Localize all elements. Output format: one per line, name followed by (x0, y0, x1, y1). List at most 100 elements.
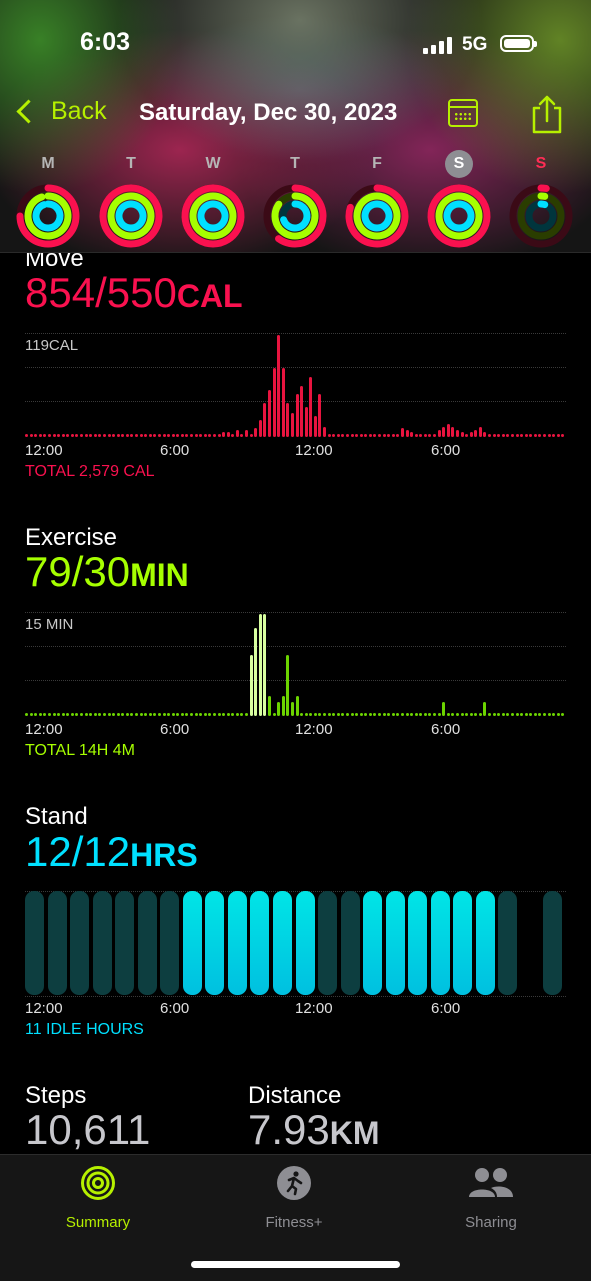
chart-bar (281, 368, 285, 437)
weekday-label[interactable]: F (362, 152, 392, 176)
stand-value: 12/12HRS (25, 830, 198, 877)
chart-bar (341, 713, 345, 716)
chart-bar (433, 433, 437, 437)
chart-bar (80, 713, 84, 716)
day-activity-rings[interactable] (263, 184, 327, 248)
day-activity-rings[interactable] (99, 184, 163, 248)
chart-bar (391, 713, 395, 716)
chart-bar (510, 434, 514, 437)
tab-summary-label: Summary (65, 1214, 131, 1231)
chart-bar (185, 713, 189, 716)
chart-bar (350, 713, 354, 716)
chart-bar (89, 434, 93, 437)
chart-bar (419, 713, 423, 716)
weekday-label[interactable]: S (526, 152, 556, 176)
tab-sharing[interactable]: Sharing (421, 1165, 561, 1231)
chart-bar (190, 434, 194, 437)
tab-fitness-plus[interactable]: Fitness+ (224, 1165, 364, 1231)
chart-bar (387, 434, 391, 437)
chart-bar (93, 434, 97, 437)
move-value-number: 854/550 (25, 269, 177, 316)
chart-bar (336, 434, 340, 437)
chart-bar (446, 713, 450, 716)
day-activity-rings[interactable] (181, 184, 245, 248)
stand-hour-bar (543, 891, 563, 995)
chart-bar (405, 430, 409, 437)
chart-bar (405, 713, 409, 716)
stand-hour-bar (205, 891, 225, 995)
chart-bar (47, 713, 51, 716)
weekday-label[interactable]: M (33, 152, 63, 176)
chart-bar (157, 434, 161, 437)
chart-bar (66, 434, 70, 437)
chart-bar (414, 433, 418, 437)
chart-bar (29, 713, 33, 716)
chart-bar (208, 713, 212, 716)
chart-bar (171, 434, 175, 437)
calendar-icon[interactable] (448, 99, 478, 127)
day-activity-rings[interactable] (16, 184, 80, 248)
chart-bar (231, 433, 235, 437)
chart-bar (336, 713, 340, 716)
chart-bar (410, 713, 414, 716)
chart-bar (167, 434, 171, 437)
chart-bar (148, 713, 152, 716)
time-tick-label: 6:00 (160, 721, 190, 738)
chart-bar (382, 434, 386, 437)
weekday-label[interactable]: W (198, 152, 228, 176)
chart-bar (75, 713, 79, 716)
summary-content[interactable]: Move 854/550CAL 119CAL 12:00 6:00 12:00 6:0… (0, 253, 591, 1153)
chart-bar (107, 713, 111, 716)
weekday-label[interactable]: S (445, 150, 473, 178)
stand-hour-bar (498, 891, 518, 995)
back-label: Back (51, 97, 107, 125)
chart-bar (350, 434, 354, 437)
weekday-label[interactable]: T (280, 152, 310, 176)
time-tick-label: 6:00 (431, 442, 461, 459)
chart-bar (345, 713, 349, 716)
back-button[interactable]: Back (12, 97, 107, 126)
time-tick-label: 12:00 (295, 442, 333, 459)
chart-bar (52, 713, 56, 716)
share-icon[interactable] (530, 94, 564, 134)
weekday-label[interactable]: T (116, 152, 146, 176)
chart-bar (176, 713, 180, 716)
chart-bar (25, 713, 28, 716)
chart-bar (437, 713, 441, 716)
chart-bar (162, 713, 166, 716)
time-tick-label: 12:00 (295, 1000, 333, 1017)
day-activity-rings[interactable] (509, 184, 573, 248)
chart-bar (121, 713, 125, 716)
time-tick-label: 6:00 (431, 1000, 461, 1017)
chart-bar (387, 713, 391, 716)
chart-bar (359, 713, 363, 716)
chart-bar (208, 434, 212, 437)
status-time: 6:03 (80, 28, 131, 56)
day-activity-rings[interactable] (345, 184, 409, 248)
chart-bar (226, 713, 230, 716)
header: 6:03 5G Back Saturday, Dec 30, 2023 M T W T… (0, 0, 591, 253)
chart-bar (84, 434, 88, 437)
day-activity-rings[interactable] (427, 184, 491, 248)
move-chart: 119CAL (25, 333, 566, 437)
chart-bar (38, 434, 42, 437)
chart-bar (533, 713, 537, 716)
chart-bar (501, 713, 505, 716)
chart-bar (190, 713, 194, 716)
chart-bar (304, 713, 308, 716)
chart-bar (235, 430, 239, 437)
tab-summary[interactable]: Summary (28, 1165, 168, 1231)
chart-bar (446, 424, 450, 437)
chart-bar (323, 426, 326, 437)
stand-hour-bar (295, 891, 315, 995)
chart-bar (313, 415, 317, 437)
chart-bar (552, 434, 556, 437)
time-tick-label: 6:00 (160, 442, 190, 459)
chart-bar (249, 654, 253, 716)
exercise-value-number: 79/30 (25, 548, 131, 595)
time-tick-label: 12:00 (295, 721, 333, 738)
chart-bar (61, 713, 65, 716)
stand-hour-bar (475, 891, 495, 995)
chart-bar (341, 434, 345, 437)
chart-bar (345, 434, 349, 437)
